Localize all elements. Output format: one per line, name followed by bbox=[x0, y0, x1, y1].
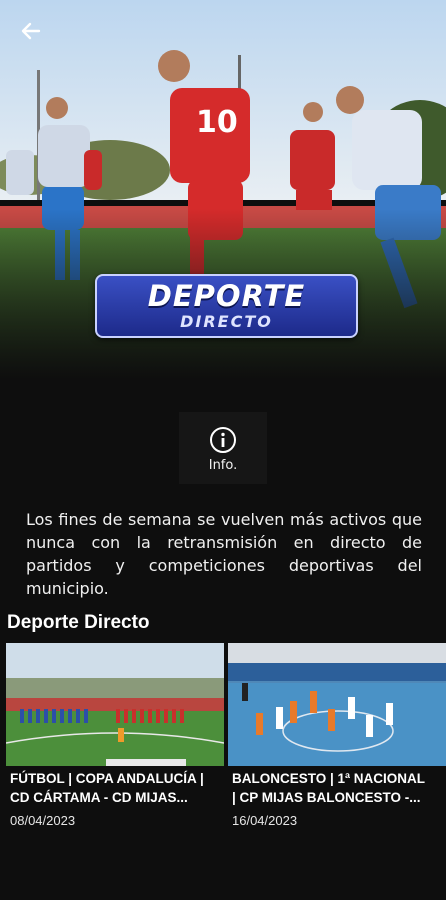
info-label: Info. bbox=[208, 458, 238, 473]
section-title: Deporte Directo bbox=[7, 612, 150, 633]
video-thumbnail bbox=[228, 643, 446, 766]
card-date: 08/04/2023 bbox=[10, 813, 76, 828]
deporte-directo-logo: DEPORTE DIRECTO bbox=[95, 274, 358, 338]
video-card-baloncesto[interactable]: BALONCESTO | 1ª NACIONAL | CP MIJAS BALO… bbox=[228, 643, 446, 828]
logo-line1: DEPORTE bbox=[147, 279, 306, 313]
back-button[interactable] bbox=[14, 14, 48, 48]
arrow-left-icon bbox=[21, 22, 41, 40]
video-thumbnail bbox=[6, 643, 224, 766]
video-card-futbol[interactable]: FÚTBOL | COPA ANDALUCÍA | CD CÁRTAMA - C… bbox=[6, 643, 224, 828]
card-date: 16/04/2023 bbox=[232, 813, 298, 828]
description-text: Los fines de semana se vuelven más activ… bbox=[26, 510, 422, 598]
card-title: FÚTBOL | COPA ANDALUCÍA | CD CÁRTAMA - C… bbox=[10, 771, 204, 805]
info-button[interactable]: Info. bbox=[179, 412, 267, 484]
info-icon bbox=[210, 427, 236, 453]
logo-line2: DIRECTO bbox=[180, 312, 273, 331]
hero-banner: 10 DEPORTE DIRECTO bbox=[0, 0, 446, 380]
card-title: BALONCESTO | 1ª NACIONAL | CP MIJAS BALO… bbox=[232, 771, 426, 805]
